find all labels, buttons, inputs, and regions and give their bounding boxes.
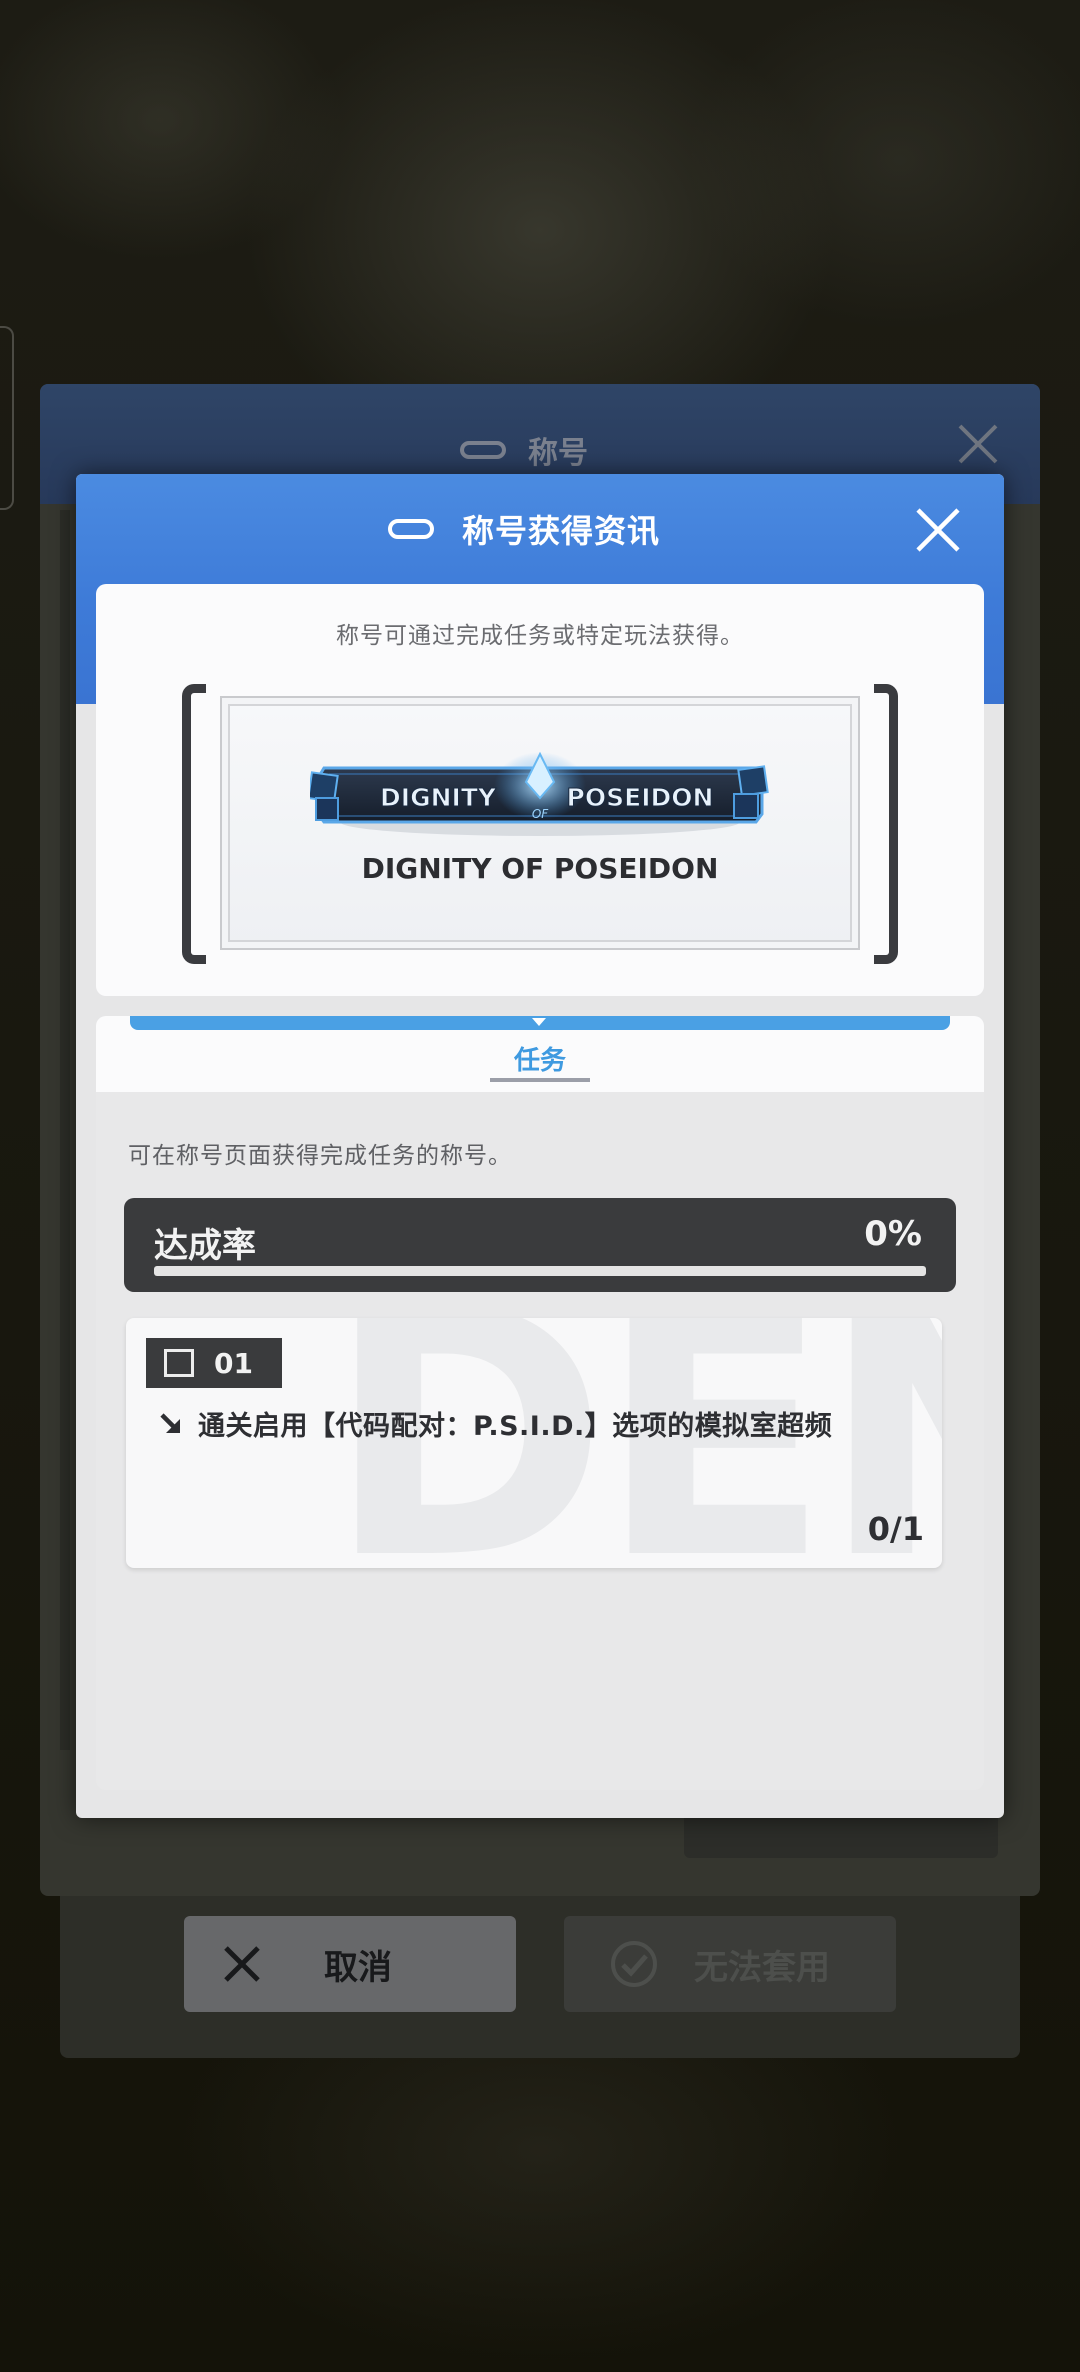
pill-icon	[460, 441, 506, 459]
quest-description: 可在称号页面获得完成任务的称号。	[128, 1143, 512, 1169]
title-nameplate-image: DIGNITY OF POSEIDON	[310, 751, 769, 836]
title-info-card: 称号可通过完成任务或特定玩法获得。 DIGNITY OF POSEIDON DI…	[96, 584, 984, 996]
frame-bracket-right	[874, 684, 898, 964]
cannot-apply-button-label: 无法套用	[694, 1947, 830, 1988]
parent-sidebar	[60, 510, 70, 1750]
parent-dialog-title-text: 称号	[528, 436, 588, 471]
cancel-button-label: 取消	[324, 1947, 392, 1988]
task-card-watermark: DEN	[326, 1318, 942, 1568]
modal-title-text: 称号获得资讯	[462, 512, 661, 550]
info-description: 称号可通过完成任务或特定玩法获得。	[336, 623, 744, 649]
parent-close-icon	[958, 424, 998, 464]
modal-title: 称号获得资讯	[388, 474, 660, 584]
tab-active-underline	[490, 1078, 590, 1082]
quest-panel: 任务 可在称号页面获得完成任务的称号。 达成率 0% DEN 01 通关启用【	[96, 1016, 984, 1790]
parent-dialog-title: 称号	[460, 428, 588, 472]
title-name: DIGNITY OF POSEIDON	[361, 852, 719, 885]
plate-middle-word: OF	[532, 807, 549, 821]
task-card: DEN 01 通关启用【代码配对：P.S.I.D.】选项的模拟室超频 0/1	[126, 1318, 942, 1568]
tab-bar: 任务	[96, 1016, 984, 1092]
completion-rate-value: 0%	[864, 1214, 922, 1254]
check-circle-icon	[611, 1941, 657, 1987]
task-description-text: 通关启用【代码配对：P.S.I.D.】选项的模拟室超频	[198, 1411, 833, 1442]
task-number: 01	[214, 1346, 253, 1380]
caret-down-icon	[532, 1018, 546, 1026]
tab-quest[interactable]: 任务	[490, 1040, 590, 1077]
title-info-modal: 称号获得资讯 称号可通过完成任务或特定玩法获得。 DIGNITY OF POSE…	[76, 474, 1004, 1818]
frame-bracket-left	[182, 684, 206, 964]
arrow-down-right-icon	[160, 1412, 180, 1433]
plate-left-word: DIGNITY	[380, 783, 497, 812]
close-icon[interactable]	[912, 504, 964, 556]
completion-rate-panel: 达成率 0%	[124, 1198, 956, 1292]
plate-right-word: POSEIDON	[567, 783, 714, 812]
pill-icon	[388, 519, 434, 539]
task-checkbox[interactable]	[164, 1349, 194, 1377]
task-badge: 01	[146, 1338, 282, 1388]
close-icon	[224, 1946, 260, 1982]
side-handle[interactable]	[0, 326, 14, 510]
task-progress-count: 0/1	[867, 1510, 924, 1548]
completion-rate-label: 达成率	[154, 1226, 256, 1266]
completion-progress-bar	[154, 1266, 926, 1276]
cancel-button[interactable]: 取消	[184, 1916, 516, 2012]
task-description: 通关启用【代码配对：P.S.I.D.】选项的模拟室超频	[158, 1404, 832, 1443]
cannot-apply-button[interactable]: 无法套用	[564, 1916, 896, 2012]
